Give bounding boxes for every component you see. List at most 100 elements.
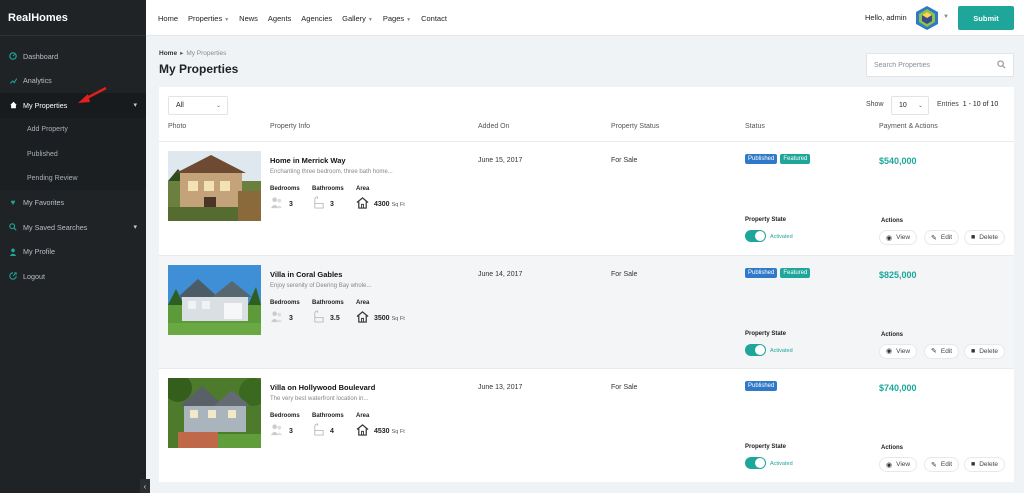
bathrooms-value: 3.5 (330, 314, 340, 322)
sidebar-collapse-button[interactable]: ‹ (140, 479, 150, 493)
chevron-down-icon: ▼ (367, 16, 373, 23)
property-state-toggle[interactable] (745, 457, 766, 469)
property-title[interactable]: Home in Merrick Way (270, 156, 346, 165)
sidebar-item-label: Analytics (23, 76, 52, 86)
actions-label: Actions (881, 331, 904, 338)
search-icon[interactable] (997, 60, 1006, 69)
edit-button[interactable]: ✎ Edit (924, 230, 960, 245)
edit-label: Edit (940, 347, 953, 355)
area-number: 4300 (374, 201, 390, 208)
breadcrumb: Home ▸ My Properties (159, 49, 226, 57)
eye-icon: ◉ (886, 234, 893, 242)
sidebar-item-dashboard[interactable]: Dashboard (0, 44, 146, 69)
menu-item-gallery[interactable]: Gallery ▼ (342, 14, 373, 23)
status-filter-select[interactable]: All ⌄ (168, 96, 228, 115)
property-title[interactable]: Villa in Coral Gables (270, 270, 342, 279)
search-icon (8, 222, 18, 232)
property-description: Enchanting three bedroom, three bath hom… (270, 169, 393, 175)
menu-item-news[interactable]: News (239, 14, 258, 23)
breadcrumb-current: My Properties (186, 50, 227, 57)
delete-button[interactable]: ■ Delete (964, 457, 1006, 472)
area-label: Area (356, 186, 370, 192)
brand-logo[interactable]: RealHomes (0, 0, 146, 36)
top-header: Home Properties ▼ News Agents Agencies Ga… (146, 0, 1024, 36)
menu-item-home[interactable]: Home (158, 14, 178, 23)
avatar[interactable] (916, 6, 938, 30)
edit-label: Edit (940, 461, 953, 468)
page-size-select[interactable]: 10 ⌄ (891, 96, 929, 115)
sidebar: RealHomes Dashboard Analytics My Propert… (0, 0, 150, 493)
show-label: Show (866, 101, 884, 108)
column-header-property-info: Property Info (270, 123, 311, 130)
sidebar-subitem-pending-review[interactable]: Pending Review (0, 166, 146, 191)
edit-button[interactable]: ✎ Edit (924, 343, 960, 359)
area-value: 3500 Sq Ft (374, 315, 405, 322)
edit-button[interactable]: ✎ Edit (924, 457, 960, 472)
property-photo[interactable] (168, 264, 261, 335)
status-badge-featured: Featured (780, 267, 811, 278)
menu-item-properties[interactable]: Properties ▼ (188, 14, 229, 23)
bedrooms-value: 3 (289, 201, 293, 208)
bedroom-icon (270, 197, 283, 209)
chevron-down-icon: ▾ (133, 102, 137, 110)
status-badge-published: Published (745, 267, 778, 278)
breadcrumb-home-link[interactable]: Home (159, 50, 177, 57)
view-button[interactable]: ◉ View (879, 457, 918, 472)
chevron-down-icon[interactable]: ▼ (943, 14, 949, 20)
area-icon (356, 310, 369, 323)
menu-item-agents[interactable]: Agents (268, 14, 291, 23)
property-photo[interactable] (168, 378, 261, 448)
chevron-down-icon: ▼ (406, 16, 412, 23)
menu-item-label: Contact (421, 13, 447, 23)
sidebar-subitem-add-property[interactable]: Add Property (0, 117, 146, 142)
area-icon (356, 424, 369, 436)
sidebar-item-label: My Saved Searches (23, 222, 88, 232)
property-state-toggle[interactable] (745, 230, 766, 242)
table-header: Photo Property Info Added On Property St… (159, 123, 1014, 139)
sidebar-item-label: My Profile (23, 247, 55, 257)
menu-item-contact[interactable]: Contact (421, 14, 447, 23)
main-menu: Home Properties ▼ News Agents Agencies Ga… (158, 0, 457, 36)
menu-item-agencies[interactable]: Agencies (301, 14, 332, 23)
sidebar-item-my-favorites[interactable]: ♥ My Favorites (0, 190, 146, 215)
sidebar-item-my-profile[interactable]: My Profile (0, 240, 146, 265)
delete-label: Delete (979, 347, 999, 355)
view-label: View (896, 461, 911, 468)
property-title[interactable]: Villa on Hollywood Boulevard (270, 383, 375, 392)
menu-item-label: Pages (382, 13, 405, 23)
actions-label: Actions (881, 218, 904, 224)
home-icon (8, 100, 18, 110)
bathrooms-label: Bathrooms (312, 413, 344, 419)
user-greeting[interactable]: Hello, admin (865, 13, 907, 22)
analytics-icon (8, 76, 18, 86)
status-badges: Published Featured (745, 154, 813, 164)
table-row: Home in Merrick Way Enchanting three bed… (159, 141, 1014, 255)
view-button[interactable]: ◉ View (879, 343, 918, 359)
area-number: 3500 (374, 314, 390, 322)
sidebar-item-logout[interactable]: Logout (0, 264, 146, 289)
property-state-toggle[interactable] (745, 343, 766, 356)
entries-info: Entries 1 - 10 of 10 (937, 101, 998, 108)
menu-item-label: Gallery (342, 13, 366, 23)
bathrooms-label: Bathrooms (312, 299, 344, 306)
submit-button[interactable]: Submit (958, 6, 1014, 30)
menu-item-pages[interactable]: Pages ▼ (383, 14, 411, 23)
property-photo[interactable] (168, 151, 261, 221)
menu-item-label: Agencies (301, 13, 333, 23)
delete-button[interactable]: ■ Delete (964, 230, 1006, 245)
sidebar-subitem-published[interactable]: Published (0, 141, 146, 167)
pencil-icon: ✎ (931, 461, 937, 469)
sidebar-item-analytics[interactable]: Analytics (0, 69, 146, 94)
user-icon (8, 247, 18, 257)
sidebar-item-my-properties[interactable]: My Properties ▾ (0, 93, 146, 118)
property-price: $540,000 (879, 156, 917, 166)
bedroom-icon (270, 424, 283, 436)
status-badge-published: Published (745, 381, 778, 391)
bedrooms-label: Bedrooms (270, 186, 300, 192)
edit-label: Edit (940, 234, 953, 241)
delete-button[interactable]: ■ Delete (964, 343, 1006, 359)
sidebar-item-my-saved-searches[interactable]: My Saved Searches ▾ (0, 215, 146, 240)
view-label: View (896, 347, 911, 355)
search-input[interactable] (867, 54, 987, 76)
view-button[interactable]: ◉ View (879, 230, 918, 245)
